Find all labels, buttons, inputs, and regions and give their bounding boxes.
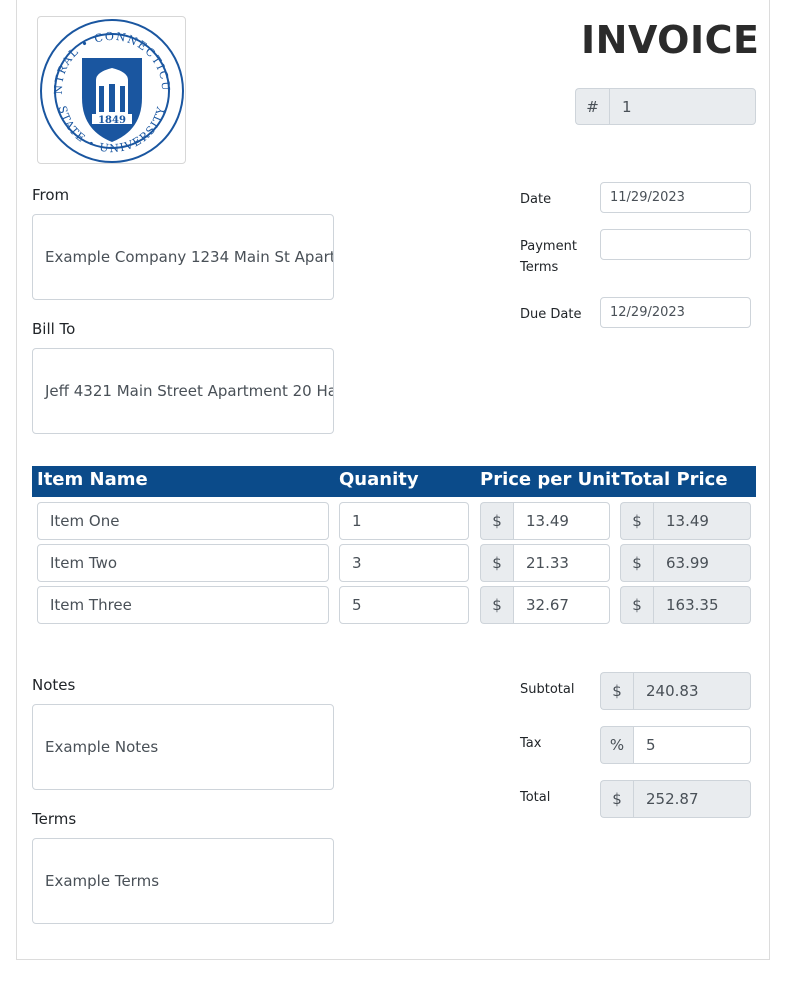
price-input[interactable]: 32.67 <box>513 586 610 624</box>
total-field: 252.87 <box>633 780 751 818</box>
subtotal-label: Subtotal <box>520 682 575 697</box>
header-total-price: Total Price <box>621 469 728 490</box>
total-group: $ 163.35 <box>620 586 751 624</box>
header-item-name: Item Name <box>37 469 148 490</box>
quantity-input[interactable]: 5 <box>339 586 469 624</box>
svg-text:1849: 1849 <box>98 115 126 126</box>
total-price-field: 63.99 <box>653 544 751 582</box>
total-group: $ 13.49 <box>620 502 751 540</box>
hash-prefix: # <box>575 88 609 125</box>
terms-textarea[interactable]: Example Terms <box>32 838 334 924</box>
dollar-prefix: $ <box>620 502 653 540</box>
terms-label: Terms <box>32 810 77 828</box>
tax-group: % 5 <box>600 726 751 764</box>
date-input[interactable]: 11/29/2023 <box>600 182 751 213</box>
bill-to-label: Bill To <box>32 320 76 338</box>
price-input[interactable]: 21.33 <box>513 544 610 582</box>
dollar-prefix: $ <box>600 780 633 818</box>
invoice-number-group: # 1 <box>575 88 756 125</box>
payment-terms-label: Payment Terms <box>520 236 577 278</box>
payment-terms-input[interactable] <box>600 229 751 260</box>
total-price-field: 163.35 <box>653 586 751 624</box>
price-group: $ 21.33 <box>480 544 610 582</box>
price-input[interactable]: 13.49 <box>513 502 610 540</box>
percent-prefix: % <box>600 726 633 764</box>
dollar-prefix: $ <box>480 502 513 540</box>
items-table-header: Item Name Quanity Price per Unit Total P… <box>32 466 756 497</box>
header-quantity: Quanity <box>339 469 419 490</box>
date-label: Date <box>520 192 552 207</box>
dollar-prefix: $ <box>480 544 513 582</box>
payment-terms-label-line1: Payment <box>520 239 577 254</box>
price-group: $ 13.49 <box>480 502 610 540</box>
quantity-input[interactable]: 1 <box>339 502 469 540</box>
total-label: Total <box>520 790 551 805</box>
dollar-prefix: $ <box>600 672 633 710</box>
from-textarea[interactable]: Example Company 1234 Main St Apartr <box>32 214 334 300</box>
university-seal-logo: CENTRAL • CONNECTICUT • STATE • UNIVERSI… <box>40 18 184 163</box>
notes-label: Notes <box>32 676 76 694</box>
price-group: $ 32.67 <box>480 586 610 624</box>
total-price-field: 13.49 <box>653 502 751 540</box>
bill-to-textarea[interactable]: Jeff 4321 Main Street Apartment 20 Ha <box>32 348 334 434</box>
dollar-prefix: $ <box>620 544 653 582</box>
item-name-input[interactable]: Item One <box>37 502 329 540</box>
from-label: From <box>32 186 70 204</box>
header-price-per-unit: Price per Unit <box>480 469 620 490</box>
item-name-input[interactable]: Item Three <box>37 586 329 624</box>
subtotal-field: 240.83 <box>633 672 751 710</box>
invoice-number-field[interactable]: 1 <box>609 88 756 125</box>
tax-input[interactable]: 5 <box>633 726 751 764</box>
dollar-prefix: $ <box>620 586 653 624</box>
due-date-input[interactable]: 12/29/2023 <box>600 297 751 328</box>
payment-terms-label-line2: Terms <box>520 260 559 275</box>
total-group: $ 252.87 <box>600 780 751 818</box>
total-group: $ 63.99 <box>620 544 751 582</box>
notes-textarea[interactable]: Example Notes <box>32 704 334 790</box>
quantity-input[interactable]: 3 <box>339 544 469 582</box>
tax-label: Tax <box>520 736 542 751</box>
subtotal-group: $ 240.83 <box>600 672 751 710</box>
logo-upload[interactable]: CENTRAL • CONNECTICUT • STATE • UNIVERSI… <box>37 16 186 164</box>
due-date-label: Due Date <box>520 307 582 322</box>
invoice-title: INVOICE <box>581 18 760 62</box>
dollar-prefix: $ <box>480 586 513 624</box>
item-name-input[interactable]: Item Two <box>37 544 329 582</box>
